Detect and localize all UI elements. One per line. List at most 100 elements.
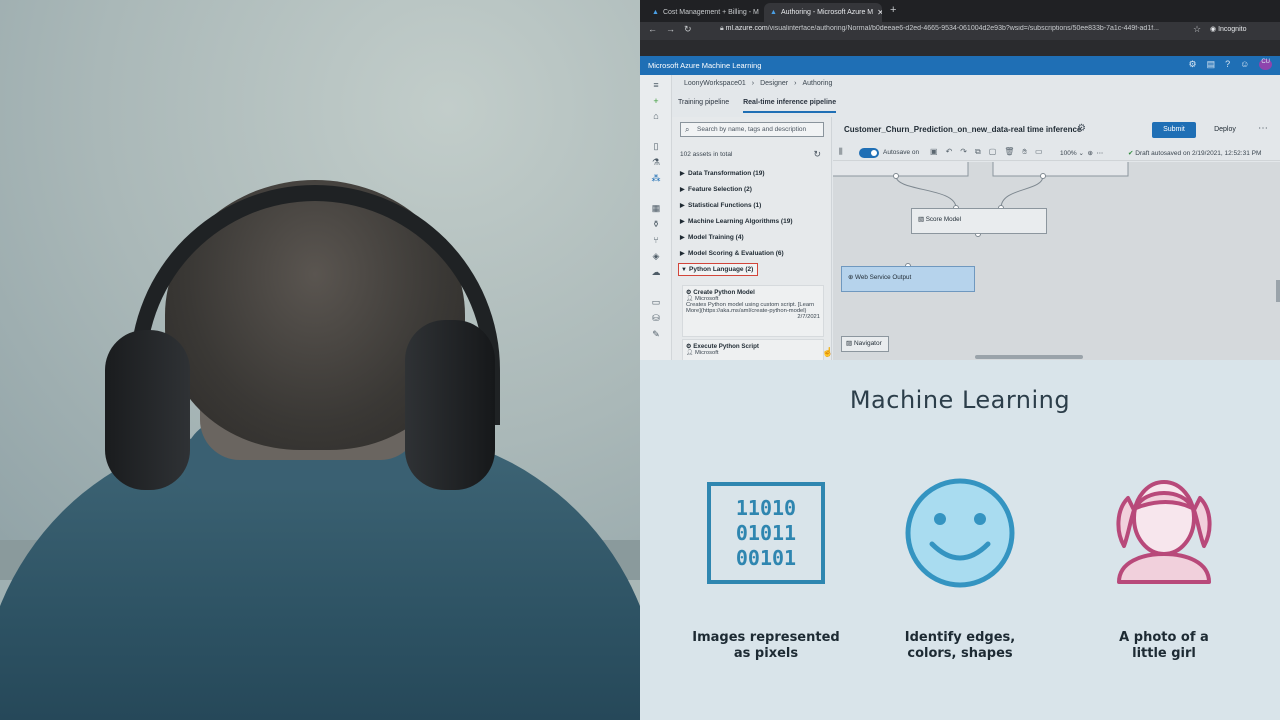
category-label: Machine Learning Algorithms (19)	[688, 218, 793, 225]
pipelines-icon[interactable]: ⑂	[650, 234, 662, 246]
feedback-icon[interactable]: ▤	[1207, 59, 1216, 70]
refresh-icon[interactable]: ↻	[813, 149, 821, 160]
binary-grid-icon: 11010 01011 00101	[707, 482, 825, 584]
compute-icon[interactable]: ▭	[650, 296, 662, 308]
binary-row-1: 11010	[736, 496, 796, 520]
reload-icon[interactable]: ↻	[684, 24, 692, 35]
module-execute-python-script[interactable]: ⚙ Execute Python Script 👤︎ Microsoft	[682, 339, 824, 360]
node-label: Score Model	[925, 216, 962, 223]
asset-search-input[interactable]: ⌕ Search by name, tags and description	[680, 122, 824, 137]
tab-label: Authoring - Microsoft Azure M	[780, 9, 874, 16]
pan-hand-icon[interactable]: ✋︎	[1022, 147, 1027, 157]
comment-icon[interactable]: ▭	[1035, 147, 1043, 157]
feature-caption: A photo of a little girl	[1064, 630, 1264, 662]
slide-title: Machine Learning	[849, 386, 1071, 414]
autosave-toggle[interactable]	[859, 148, 879, 158]
tab-training-pipeline[interactable]: Training pipeline	[678, 99, 729, 113]
module-icon: ▧	[918, 216, 926, 223]
designer-app: ≡ + ⌂ ▯ ⚗ ⁂ ▦ ⚱ ⑂ ◈ ☁ ▭ ⛁ ✎ LoonyWorkspa…	[640, 75, 1280, 360]
pipeline-settings-gear-icon[interactable]: ⚙	[1077, 123, 1086, 134]
binary-row-3: 00101	[736, 546, 796, 570]
caret-right-icon: ▶	[680, 187, 685, 193]
deploy-button[interactable]: Deploy	[1203, 122, 1247, 138]
datastores-icon[interactable]: ⛁	[650, 312, 662, 324]
right-panel: ▲ Cost Management + Billing - M ✕ ▲ Auth…	[640, 0, 1280, 720]
pipeline-title[interactable]: Customer_Churn_Prediction_on_new_data-re…	[844, 125, 1081, 134]
browser-nav-buttons: ← → ↻	[648, 24, 692, 35]
feature-caption: Identify edges, colors, shapes	[860, 630, 1060, 662]
category-python-language[interactable]: ▼ Python Language (2)	[678, 263, 759, 276]
browser-tab-authoring[interactable]: ▲ Authoring - Microsoft Azure M ✕	[764, 3, 882, 22]
automl-icon[interactable]: ⚗	[650, 156, 662, 168]
plus-icon[interactable]: +	[650, 95, 662, 107]
datasets-icon[interactable]: ▦	[650, 202, 662, 214]
category-label: Statistical Functions (1)	[688, 202, 762, 209]
undo-icon[interactable]: ↶	[946, 147, 953, 157]
endpoints-icon[interactable]: ☁	[650, 266, 662, 278]
submit-button[interactable]: Submit	[1152, 122, 1196, 138]
category-feature-selection[interactable]: ▶ Feature Selection (2)	[680, 186, 752, 193]
library-icon[interactable]: ⫼	[839, 147, 843, 157]
person-icon: 👤︎	[686, 350, 695, 356]
more-options-icon[interactable]: ⋯	[1258, 123, 1268, 134]
labeling-icon[interactable]: ✎	[650, 328, 662, 340]
azure-header: Microsoft Azure Machine Learning ⚙ ▤ ? ☺…	[640, 56, 1280, 75]
delete-icon[interactable]: 🗑︎	[1004, 147, 1014, 157]
category-data-transformation[interactable]: ▶ Data Transformation (19)	[680, 170, 765, 177]
category-ml-algorithms[interactable]: ▶ Machine Learning Algorithms (19)	[680, 218, 793, 225]
category-statistical-functions[interactable]: ▶ Statistical Functions (1)	[680, 202, 761, 209]
draft-status: ✔ Draft autosaved on 2/19/2021, 12:52:31…	[1128, 149, 1261, 157]
web-service-output-node[interactable]: ⊕ Web Service Output	[841, 266, 975, 292]
breadcrumb-designer[interactable]: Designer	[760, 80, 788, 87]
hamburger-icon[interactable]: ≡	[650, 79, 662, 91]
zoom-in-icon[interactable]: ⊕	[1088, 150, 1093, 157]
navigator-label: Navigator	[853, 340, 882, 347]
notebook-icon[interactable]: ▯	[650, 140, 662, 152]
category-model-scoring[interactable]: ▶ Model Scoring & Evaluation (6)	[680, 250, 784, 257]
browser-tab-cost-management[interactable]: ▲ Cost Management + Billing - M ✕	[646, 3, 762, 22]
new-tab-icon[interactable]: +	[890, 4, 896, 16]
copy-icon[interactable]: ⧉	[975, 147, 981, 157]
navigator-button[interactable]: ▨ Navigator	[841, 336, 889, 352]
close-tab-icon[interactable]: ✕	[877, 8, 882, 17]
address-bar: ← → ↻ 🔒︎ ml.azure.com/visualinterface/au…	[640, 22, 1280, 40]
paste-icon[interactable]: ▢	[989, 147, 997, 157]
zoom-value: 100%	[1060, 150, 1077, 157]
designer-icon[interactable]: ⁂	[650, 172, 662, 184]
url-host: ml.azure.com	[725, 25, 768, 32]
module-create-python-model[interactable]: ⚙ Create Python Model 👤︎ Microsoft Creat…	[682, 285, 824, 337]
category-model-training[interactable]: ▶ Model Training (4)	[680, 234, 744, 241]
incognito-badge[interactable]: ◉ Incognito	[1210, 25, 1246, 33]
canvas-vertical-scrollbar[interactable]	[1276, 280, 1280, 302]
back-arrow-icon[interactable]: ←	[648, 24, 657, 35]
pipeline-canvas[interactable]: ▧ Score Model ⊕ Web Service Output ▨ Nav…	[833, 162, 1280, 360]
more-toolbar-icon[interactable]: ⋯	[1097, 150, 1104, 157]
navigator-icon: ▨	[846, 340, 854, 347]
bookmark-star-icon[interactable]: ☆	[1193, 24, 1201, 35]
forward-arrow-icon[interactable]: →	[666, 24, 675, 35]
zoom-select[interactable]: 100% ⌄ ⊕ ⋯	[1060, 149, 1103, 157]
save-icon[interactable]: ▣	[930, 147, 938, 157]
autosave-label: Autosave on	[883, 149, 920, 156]
redo-icon[interactable]: ↷	[960, 147, 967, 157]
score-model-node[interactable]: ▧ Score Model	[911, 208, 1047, 234]
settings-gear-icon[interactable]: ⚙	[1189, 59, 1197, 70]
tab-realtime-inference-pipeline[interactable]: Real-time inference pipeline	[743, 99, 837, 113]
breadcrumb-workspace[interactable]: LoonyWorkspace01	[684, 80, 746, 87]
category-label: Data Transformation (19)	[688, 170, 765, 177]
search-placeholder: Search by name, tags and description	[697, 126, 807, 133]
category-label: Model Scoring & Evaluation (6)	[688, 250, 784, 257]
chevron-right-icon: ›	[794, 80, 797, 87]
assets-count: 102 assets in total	[680, 151, 733, 158]
canvas-horizontal-scrollbar[interactable]	[975, 355, 1083, 359]
module-date: 2/7/2021	[797, 314, 820, 320]
smiley-feedback-icon[interactable]: ☺	[1240, 59, 1249, 70]
models-icon[interactable]: ◈	[650, 250, 662, 262]
feature-caption: Images represented as pixels	[666, 630, 866, 662]
home-icon[interactable]: ⌂	[650, 110, 662, 122]
category-label: Python Language (2)	[689, 266, 754, 273]
help-icon[interactable]: ?	[1225, 59, 1230, 70]
experiments-icon[interactable]: ⚱	[650, 218, 662, 230]
user-avatar[interactable]: CU	[1259, 59, 1272, 70]
url-field[interactable]: 🔒︎ ml.azure.com/visualinterface/authorin…	[720, 25, 1190, 37]
